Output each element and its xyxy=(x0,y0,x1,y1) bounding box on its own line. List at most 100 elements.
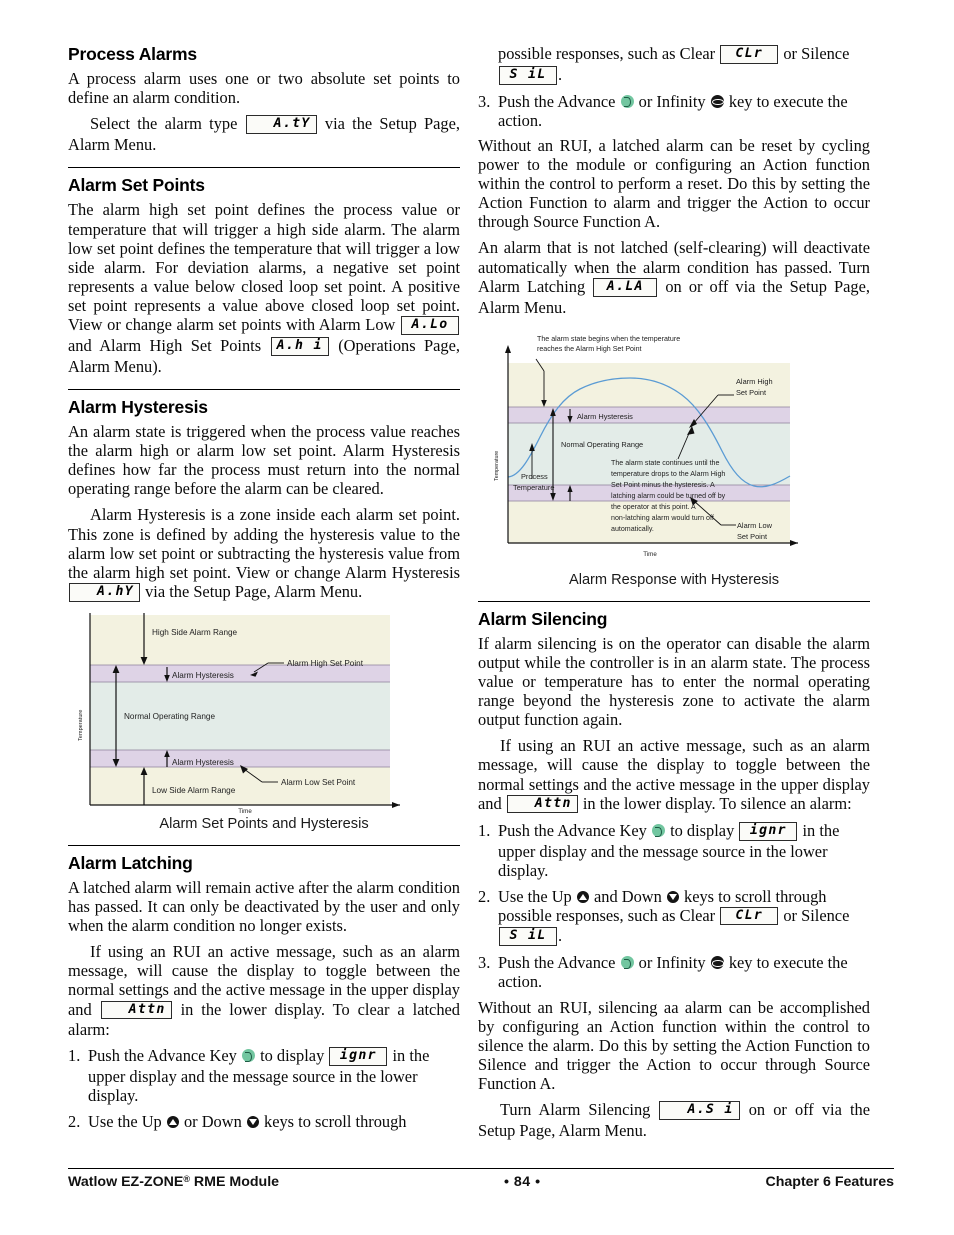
figure-2-begin-note-line2: reaches the Alarm High Set Point xyxy=(537,345,642,353)
step-text-a: Push the Advance xyxy=(498,91,616,111)
step-text-a: Use the Up xyxy=(498,886,572,906)
figure-2-continue-note-line4: latching alarm could be turned off by xyxy=(611,492,726,500)
step-text-a: Push the Advance xyxy=(498,953,616,973)
latching-steps-list-continued: 3. Push the Advance or Infinity key to e… xyxy=(478,92,870,130)
svg-text:Time: Time xyxy=(643,551,657,558)
list-item: 2. Use the Up or Down keys to scroll thr… xyxy=(68,1112,460,1131)
figure-2-caption: Alarm Response with Hysteresis xyxy=(568,571,780,588)
latching-steps-list: 1. Push the Advance Key to display ignr … xyxy=(68,1046,460,1130)
step-text-b: or Infinity xyxy=(638,91,706,111)
list-item: 3. Push the Advance or Infinity key to e… xyxy=(478,953,870,991)
continued-step-2: possible responses, such as Clear CLr or… xyxy=(478,44,870,86)
list-item: 1. Push the Advance Key to display ignr … xyxy=(478,821,870,880)
advance-key-icon xyxy=(651,824,665,838)
up-key-icon xyxy=(166,1116,179,1129)
alarm-latching-paragraph-1: A latched alarm will remain active after… xyxy=(68,877,460,936)
section-divider xyxy=(478,600,870,602)
heading-alarm-silencing: Alarm Silencing xyxy=(478,608,608,629)
step-text-b: to display xyxy=(260,1046,325,1066)
list-item: 3. Push the Advance or Infinity key to e… xyxy=(478,92,870,130)
alarm-hysteresis-paragraph-1: An alarm state is triggered when the pro… xyxy=(68,422,460,499)
step-text-a: Use the Up xyxy=(88,1111,162,1131)
svg-text:Alarm Low Set Point: Alarm Low Set Point xyxy=(281,778,356,787)
step-number: 3. xyxy=(478,953,491,973)
figure-2-continue-note-line5: the operator at this point. A xyxy=(611,503,696,511)
latching-body-paragraph-2: An alarm that is not latched (self-clear… xyxy=(478,238,870,316)
figure-2-low-sp-line1: Alarm Low xyxy=(737,521,773,530)
latching-body-paragraph-1: Without an RUI, a latched alarm can be r… xyxy=(478,135,870,232)
right-column: possible responses, such as Clear CLr or… xyxy=(478,44,870,1140)
figure-2-high-sp-line2: Set Point xyxy=(736,388,766,397)
ah-text-a: Alarm Hysteresis is a zone inside each a… xyxy=(68,505,460,582)
step-number: 1. xyxy=(478,821,491,841)
step-text-c: keys to scroll through xyxy=(264,1111,407,1131)
cont-text-c: . xyxy=(558,64,563,84)
heading-alarm-set-points: Alarm Set Points xyxy=(68,175,205,196)
step-text-b: or Infinity xyxy=(638,953,706,973)
heading-process-alarms: Process Alarms xyxy=(68,44,197,64)
figure-2-process-temp-line2: Temperature xyxy=(513,483,555,492)
heading-alarm-hysteresis: Alarm Hysteresis xyxy=(68,396,208,417)
advance-key-icon xyxy=(241,1049,255,1063)
svg-text:Time: Time xyxy=(238,808,252,813)
figure-2-continue-note-line1: The alarm state continues until the xyxy=(611,459,719,467)
footer-page-number: • 84 • xyxy=(503,1174,541,1190)
section-divider xyxy=(68,844,460,846)
figure-2-continue-note-line3: Set Point minus the hysteresis. A xyxy=(611,481,715,489)
figure-1-caption: Alarm Set Points and Hysteresis xyxy=(159,815,369,832)
alarm-silencing-paragraph-1: If alarm silencing is on the operator ca… xyxy=(478,633,870,730)
list-item: 2. Use the Up and Down keys to scroll th… xyxy=(478,887,870,948)
svg-text:Normal Operating Range: Normal Operating Range xyxy=(124,712,215,721)
led-display-ignore: ignr xyxy=(739,822,798,842)
led-display-clear: CLr xyxy=(720,45,779,64)
infinity-key-icon xyxy=(710,94,725,108)
footer-left: Watlow EZ-ZONE® RME Module xyxy=(68,1174,279,1190)
footer-chapter: Chapter 6 Features xyxy=(765,1174,894,1190)
led-display-ignore: ignr xyxy=(329,1047,388,1067)
svg-text:Low Side Alarm Range: Low Side Alarm Range xyxy=(152,786,236,795)
led-display-alarm-hysteresis: A.hY xyxy=(69,582,140,602)
step-text-b: or Down xyxy=(183,1111,242,1131)
led-display-silence: S iL xyxy=(499,927,557,947)
alarm-silencing-paragraph-4: Turn Alarm Silencing A.S i on or off via… xyxy=(478,1100,870,1140)
heading-alarm-latching: Alarm Latching xyxy=(68,852,193,873)
led-display-alarm-latching: A.LA xyxy=(593,277,658,297)
led-display-alarm-type: A.tY xyxy=(245,115,317,135)
process-alarms-paragraph-2: Select the alarm type A.tY via the Setup… xyxy=(68,114,460,154)
step-number: 3. xyxy=(478,91,491,111)
ah-text-b: via the Setup Page, Alarm Menu. xyxy=(145,581,363,601)
svg-text:Normal Operating Range: Normal Operating Range xyxy=(561,440,643,449)
figure-alarm-response-with-hysteresis: Temperature The alarm state begins when … xyxy=(478,331,870,588)
figure-2-graphic: Temperature The alarm state begins when … xyxy=(478,331,870,569)
footer-product-suffix: RME Module xyxy=(189,1174,280,1190)
svg-text:High Side Alarm Range: High Side Alarm Range xyxy=(152,628,238,637)
figure-2-high-sp-line1: Alarm High xyxy=(736,377,773,386)
figure-2-begin-note-line1: The alarm state begins when the temperat… xyxy=(537,335,680,343)
alarm-silencing-paragraph-2: If using an RUI an active message, such … xyxy=(478,736,870,814)
page-footer: Watlow EZ-ZONE® RME Module • 84 • Chapte… xyxy=(68,1168,894,1202)
figure-1-graphic: Temperature High Side Alarm Range Alarm … xyxy=(68,612,460,813)
left-column: Process Alarms A process alarm uses one … xyxy=(68,44,460,1137)
svg-text:Alarm High Set Point: Alarm High Set Point xyxy=(287,659,364,668)
registered-mark-icon: ® xyxy=(183,1174,190,1184)
as4-text-a: Turn Alarm Silencing xyxy=(500,1100,651,1120)
figure-2-continue-note-line7: automatically. xyxy=(611,525,654,533)
svg-text:Temperature: Temperature xyxy=(78,709,84,740)
cont-text-b: or Silence xyxy=(783,44,850,63)
figure-2-process-temp-line1: Process xyxy=(521,472,548,481)
step-number: 2. xyxy=(478,886,491,906)
step-text-b: and Down xyxy=(593,886,662,906)
silencing-steps-list: 1. Push the Advance Key to display ignr … xyxy=(478,821,870,991)
step-text-b: to display xyxy=(670,821,735,841)
up-key-icon xyxy=(576,891,589,904)
as-text-b: in the lower display. To silence an alar… xyxy=(582,793,852,813)
svg-text:Alarm Hysteresis: Alarm Hysteresis xyxy=(577,412,633,421)
led-display-alarm-low: A.Lo xyxy=(401,316,459,335)
cont-text-a: possible responses, such as Clear xyxy=(498,44,716,63)
asp-text-a: The alarm high set point defines the pro… xyxy=(68,200,460,335)
svg-text:Temperature: Temperature xyxy=(494,450,500,480)
advance-key-icon xyxy=(620,956,634,970)
figure-2-continue-note-line6: non-latching alarm would turn off xyxy=(611,514,714,522)
figure-alarm-set-points-and-hysteresis: Temperature High Side Alarm Range Alarm … xyxy=(68,612,460,832)
process-alarms-paragraph-1: A process alarm uses one or two absolute… xyxy=(68,69,460,108)
